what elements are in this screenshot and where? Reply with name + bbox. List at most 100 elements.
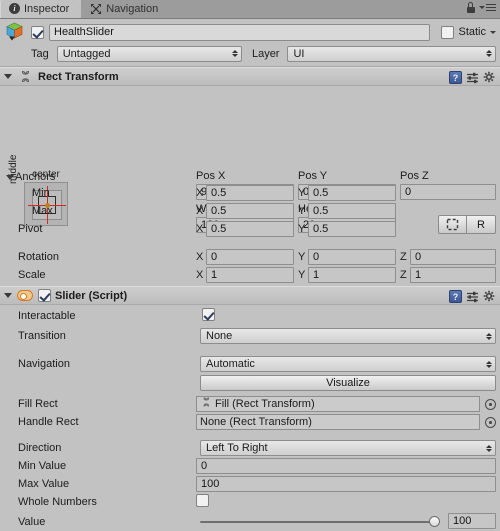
slider-component-title: Slider (Script) [55, 289, 128, 302]
anchor-max-x-field[interactable]: 0.5 [206, 203, 294, 219]
layer-dropdown[interactable]: UI [287, 45, 496, 62]
whole-numbers-checkbox[interactable] [196, 494, 209, 507]
pivot-label: Pivot [18, 223, 43, 235]
gear-icon[interactable] [483, 290, 496, 303]
transition-value: None [206, 330, 233, 342]
tab-navigation[interactable]: Navigation [81, 0, 170, 18]
gameobject-name-field[interactable]: HealthSlider [49, 23, 431, 41]
prefab-cube-icon[interactable] [4, 21, 26, 43]
gameobject-tag-layer-row: Tag Untagged Layer UI [4, 44, 496, 63]
rotation-x-field[interactable]: 0 [206, 249, 294, 265]
rotation-label: Rotation [18, 251, 59, 263]
rotation-y-field[interactable]: 0 [308, 249, 396, 265]
rect-transform-foldout-icon[interactable] [4, 74, 12, 79]
transition-dropdown[interactable]: None [200, 328, 496, 344]
anchors-section: Anchors Min Max Pivot Rotation X 0.5 Y 0… [0, 168, 500, 283]
direction-value: Left To Right [206, 442, 268, 454]
interactable-checkbox[interactable] [202, 308, 215, 321]
handle-rect-field[interactable]: None (Rect Transform) [196, 414, 480, 430]
help-book-icon[interactable]: ? [449, 71, 462, 84]
window-tab-bar: i Inspector Navigation [0, 0, 500, 19]
fill-rect-value: Fill (Rect Transform) [215, 398, 315, 410]
handle-rect-value: None (Rect Transform) [200, 416, 312, 428]
whole-numbers-label: Whole Numbers [18, 496, 97, 508]
chevron-updown-icon [486, 444, 492, 452]
gameobject-name-row: HealthSlider Static [4, 22, 496, 42]
value-number-field[interactable]: 100 [448, 513, 496, 529]
help-book-icon[interactable]: ? [449, 290, 462, 303]
hamburger-menu-icon[interactable] [479, 3, 496, 12]
visualize-button[interactable]: Visualize [200, 375, 496, 391]
tag-value: Untagged [62, 47, 111, 60]
fill-rect-picker-icon[interactable] [485, 399, 496, 410]
rect-transform-icon [200, 397, 213, 411]
anchor-min-x-field[interactable]: 0.5 [206, 185, 294, 201]
rect-transform-header-icons: ? [449, 71, 496, 84]
slider-component-header[interactable]: Slider (Script) ? [0, 286, 500, 305]
slider-component-icon [17, 290, 33, 301]
pivot-y-field[interactable]: 0.5 [308, 221, 396, 237]
rotation-z-field[interactable]: 0 [410, 249, 496, 265]
value-slider-thumb[interactable] [429, 516, 440, 527]
gear-icon[interactable] [483, 71, 496, 84]
direction-dropdown[interactable]: Left To Right [200, 440, 496, 456]
value-label: Value [18, 516, 46, 528]
handle-rect-label: Handle Rect [18, 416, 79, 428]
navigation-value: Automatic [206, 358, 255, 370]
scale-z-field[interactable]: 1 [410, 267, 496, 283]
static-dropdown-arrow[interactable] [490, 30, 496, 34]
fill-rect-label: Fill Rect [18, 398, 58, 410]
scale-y-field[interactable]: 1 [308, 267, 396, 283]
gameobject-enabled-checkbox[interactable] [31, 25, 44, 39]
slider-component-body: Interactable Transition None Navigation … [0, 305, 500, 531]
direction-label: Direction [18, 442, 62, 454]
chevron-updown-icon [486, 50, 492, 57]
tab-inspector[interactable]: i Inspector [0, 0, 82, 18]
scale-label: Scale [18, 269, 46, 281]
tab-inspector-label: Inspector [24, 2, 70, 15]
slider-foldout-icon[interactable] [4, 293, 12, 298]
lock-icon[interactable] [466, 2, 475, 13]
layer-value: UI [293, 47, 305, 60]
scale-x-field[interactable]: 1 [206, 267, 294, 283]
transition-label: Transition [18, 330, 66, 342]
navigation-label: Navigation [18, 358, 70, 370]
anchor-min-y-field[interactable]: 0.5 [308, 185, 396, 201]
anchors-foldout-icon[interactable] [6, 174, 14, 180]
value-slider-track[interactable] [200, 516, 440, 527]
slider-enabled-checkbox[interactable] [38, 289, 51, 302]
layer-label: Layer [251, 47, 280, 60]
chevron-updown-icon [486, 332, 492, 340]
static-checkbox[interactable] [441, 25, 455, 39]
anchors-foldout[interactable]: Anchors [6, 168, 55, 186]
max-value-field[interactable]: 100 [196, 476, 496, 492]
anchor-max-label: Max [32, 205, 53, 217]
preset-icon[interactable] [466, 291, 479, 303]
rect-transform-title: Rect Transform [38, 70, 119, 83]
chevron-updown-icon [231, 50, 238, 57]
tag-dropdown[interactable]: Untagged [56, 45, 242, 62]
tag-label: Tag [30, 47, 49, 60]
rect-transform-header[interactable]: Rect Transform ? [0, 67, 500, 86]
handle-rect-picker-icon[interactable] [485, 417, 496, 428]
min-value-field[interactable]: 0 [196, 458, 496, 474]
static-label: Static [458, 26, 486, 38]
min-value-label: Min Value [18, 460, 67, 472]
fill-rect-field[interactable]: Fill (Rect Transform) [196, 396, 480, 412]
rect-transform-body: center middle Pos X Pos Y Pos Z 95 0 0 W… [0, 86, 500, 234]
gameobject-header: HealthSlider Static Tag Untagged Layer U… [0, 19, 500, 63]
chevron-updown-icon [486, 360, 492, 368]
pivot-x-field[interactable]: 0.5 [206, 221, 294, 237]
value-slider[interactable] [200, 516, 440, 527]
slider-header-icons: ? [449, 290, 496, 303]
window-tab-icons [466, 2, 496, 13]
preset-icon[interactable] [466, 72, 479, 84]
anchors-label: Anchors [15, 171, 56, 183]
interactable-label: Interactable [18, 310, 76, 322]
anchor-min-label: Min [32, 187, 50, 199]
max-value-label: Max Value [18, 478, 70, 490]
navigation-icon [90, 3, 102, 15]
static-toggle-group: Static [435, 25, 496, 39]
anchor-max-y-field[interactable]: 0.5 [308, 203, 396, 219]
navigation-dropdown[interactable]: Automatic [200, 356, 496, 372]
